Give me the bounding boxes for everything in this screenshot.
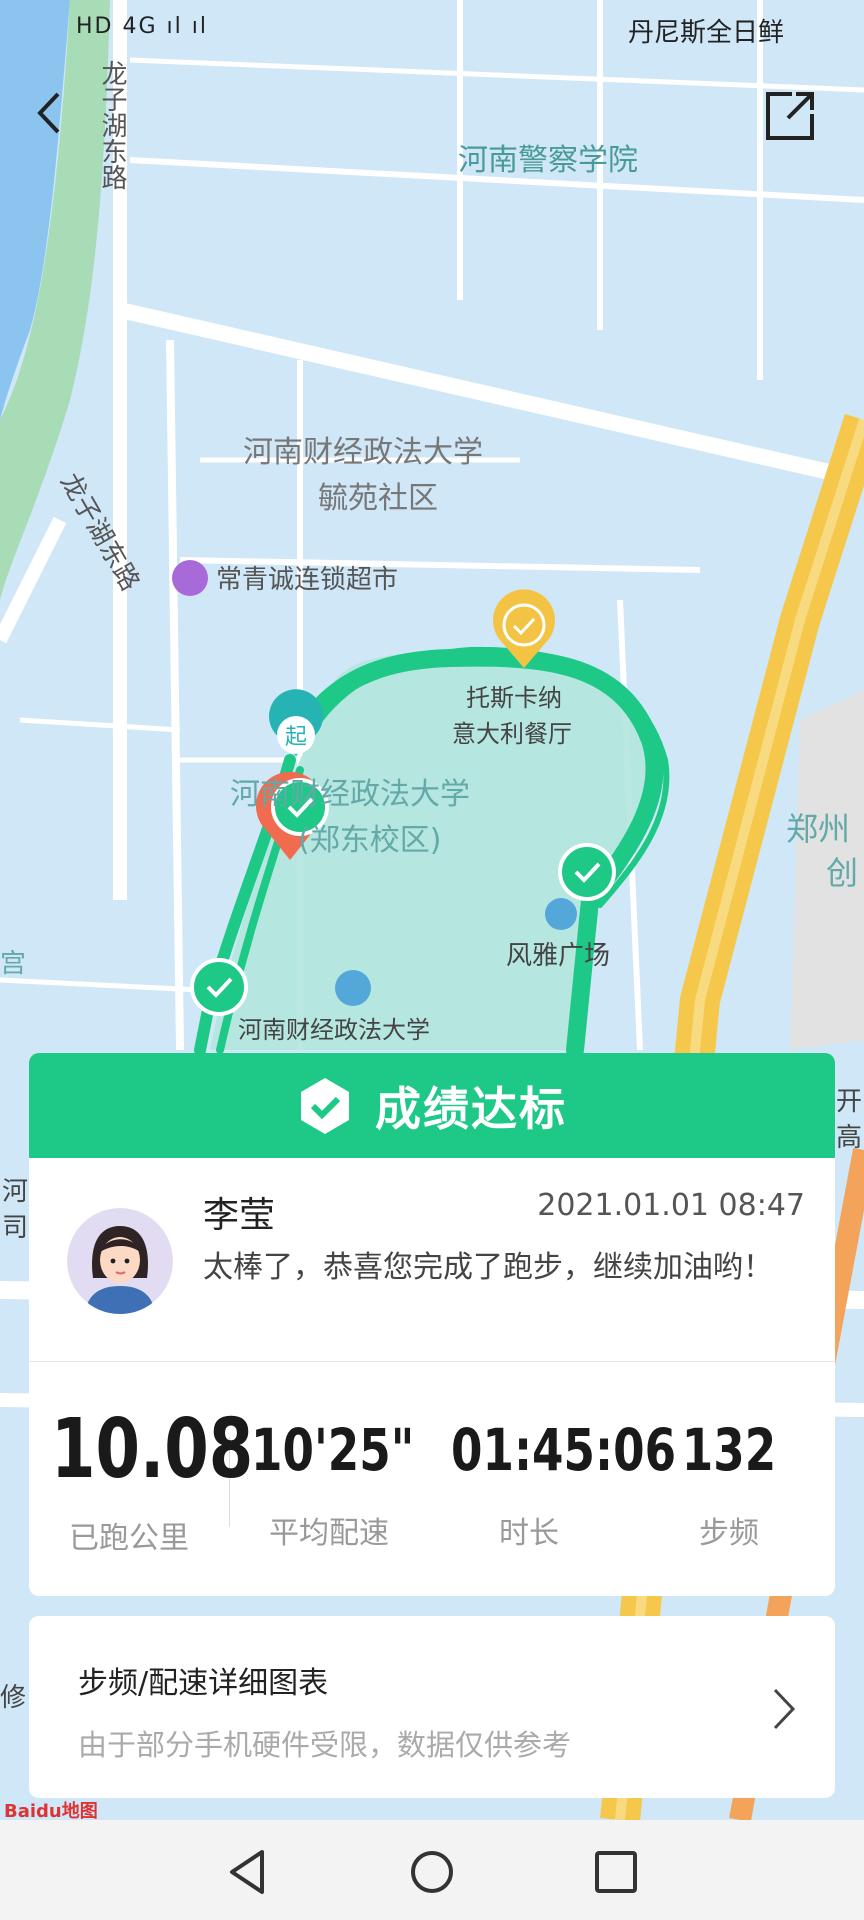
map-label-si: 司 xyxy=(2,1213,28,1243)
supermarket-icon[interactable] xyxy=(172,560,208,596)
map-label-community: 毓苑社区 xyxy=(318,481,438,516)
user-name: 李莹 xyxy=(203,1195,276,1236)
status-left: HD 4G ıl ıl xyxy=(76,14,208,39)
checkpoint-marker[interactable] xyxy=(190,958,248,1016)
result-banner: 成绩达标 xyxy=(29,1053,835,1158)
detail-subtitle: 由于部分手机硬件受限，数据仅供参考 xyxy=(78,1728,572,1762)
map-label-chuang: 创 xyxy=(826,854,858,892)
system-nav-bar xyxy=(0,1820,864,1920)
status-bar: HD 4G ıl ıl 丹尼斯全日鲜 xyxy=(0,8,864,48)
map-label-restaurant: 托斯卡纳 xyxy=(466,684,562,712)
result-card: 成绩达标 李莹 2021.01.01 08:47 太棒了，恭喜您完成了跑步，继续… xyxy=(29,1053,835,1596)
stat-pace-value: 10'25" xyxy=(251,1416,415,1484)
map-label-plaza: 风雅广场 xyxy=(506,941,610,971)
building-icon[interactable] xyxy=(545,898,577,930)
map-label-university: 河南财经政法大学 xyxy=(230,777,470,812)
map-label-gao: 高 xyxy=(836,1123,862,1153)
status-right: 丹尼斯全日鲜 xyxy=(627,18,784,48)
map-label-gong: 宫 xyxy=(0,949,26,979)
nav-home-icon[interactable] xyxy=(404,1844,460,1900)
map-label-xiu: 修 xyxy=(0,1683,26,1713)
detail-chart-link[interactable]: 步频/配速详细图表 由于部分手机硬件受限，数据仅供参考 xyxy=(29,1616,835,1798)
stat-duration: 01:45:06 时长 xyxy=(429,1402,677,1552)
checkpoint-marker[interactable] xyxy=(558,843,616,901)
stat-distance-value: 10.08 xyxy=(51,1402,254,1497)
nav-recent-icon[interactable] xyxy=(588,1844,644,1900)
chevron-right-icon xyxy=(773,1688,796,1730)
map-label-university-sub: (郑东校区) xyxy=(298,823,441,858)
congrats-message: 太棒了，恭喜您完成了跑步，继续加油哟！ xyxy=(203,1250,773,1285)
stat-cadence: 132 步频 xyxy=(629,1402,829,1552)
stat-distance-label: 已跑公里 xyxy=(69,1521,189,1556)
map-label-kai: 开 xyxy=(836,1087,862,1117)
stat-duration-value: 01:45:06 xyxy=(451,1416,677,1484)
run-datetime: 2021.01.01 08:47 xyxy=(537,1188,805,1223)
nav-back-icon[interactable] xyxy=(220,1844,276,1900)
check-shield-icon xyxy=(301,1077,349,1134)
library-icon[interactable] xyxy=(335,970,371,1006)
start-marker-label: 起 xyxy=(285,725,307,750)
map-label-restaurant-sub: 意大利餐厅 xyxy=(452,720,572,748)
map-label-supermarket: 常青诚连锁超市 xyxy=(216,565,398,595)
stat-duration-label: 时长 xyxy=(499,1516,559,1551)
map-label-zhengzhou: 郑州 xyxy=(786,810,850,848)
stat-cadence-value: 132 xyxy=(681,1416,777,1484)
stat-cadence-label: 步频 xyxy=(699,1516,759,1551)
back-icon[interactable] xyxy=(30,88,70,138)
user-row: 李莹 2021.01.01 08:47 太棒了，恭喜您完成了跑步，继续加油哟！ xyxy=(29,1158,835,1362)
map-label-campus: 河南财经政法大学 xyxy=(243,435,483,470)
detail-title: 步频/配速详细图表 xyxy=(78,1666,329,1701)
stat-distance: 10.08 已跑公里 xyxy=(29,1402,254,1557)
map-label-police-college: 河南警察学院 xyxy=(458,143,638,178)
share-icon[interactable] xyxy=(762,88,818,144)
avatar xyxy=(67,1208,173,1314)
stats-row: 10.08 已跑公里 10'25" 平均配速 01:45:06 时长 132 步… xyxy=(29,1362,835,1596)
stat-pace: 10'25" 平均配速 xyxy=(229,1402,429,1552)
map-label-road: 龙子湖东路 xyxy=(97,60,127,190)
map-label-he: 河 xyxy=(2,1177,28,1207)
stat-pace-label: 平均配速 xyxy=(269,1516,389,1551)
result-banner-text: 成绩达标 xyxy=(375,1081,567,1136)
map-label-library: 河南财经政法大学 xyxy=(238,1016,430,1044)
